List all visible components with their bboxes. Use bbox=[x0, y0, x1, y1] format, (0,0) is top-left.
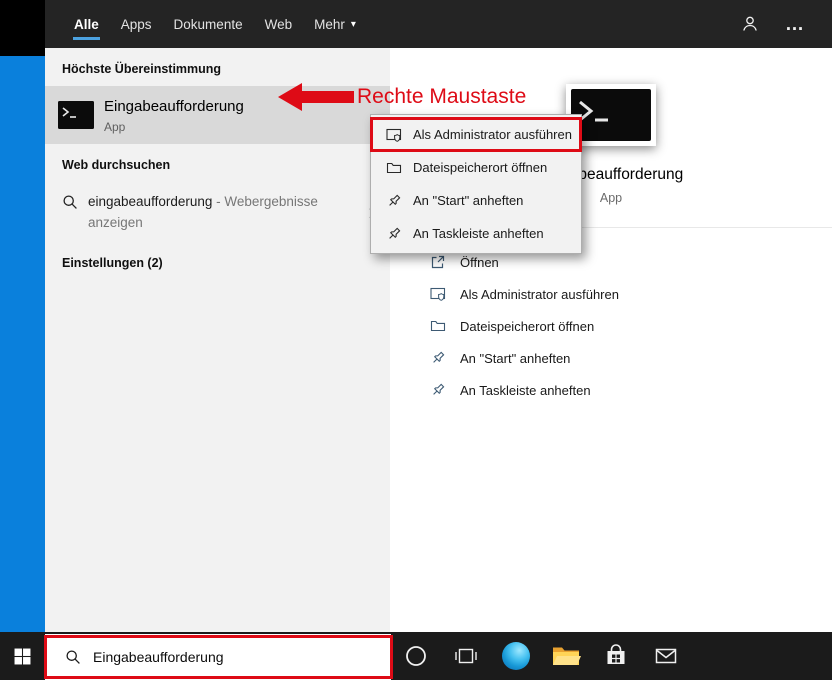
edge-button[interactable] bbox=[491, 632, 541, 680]
context-menu-item-label: Als Administrator ausführen bbox=[413, 127, 572, 142]
tab-mehr-label: Mehr bbox=[314, 17, 345, 32]
cortana-button[interactable] bbox=[391, 632, 441, 680]
context-menu-item-open-file-location[interactable]: Dateispeicherort öffnen bbox=[371, 151, 581, 184]
screen: Alle Apps Dokumente Web Mehr ▾ … Höchste … bbox=[0, 0, 832, 680]
result-title: Eingabeaufforderung bbox=[104, 97, 244, 117]
mail-icon bbox=[653, 645, 679, 667]
action-open-file-location-label: Dateispeicherort öffnen bbox=[460, 319, 594, 334]
admin-shield-icon bbox=[386, 127, 402, 143]
action-pin-to-start[interactable]: An "Start" anheften bbox=[430, 342, 832, 374]
mail-button[interactable] bbox=[641, 632, 691, 680]
taskbar-icons bbox=[391, 632, 691, 680]
best-match-text: Eingabeaufforderung App bbox=[104, 97, 244, 134]
filter-tabs: Alle Apps Dokumente Web Mehr ▾ bbox=[45, 0, 367, 48]
action-open-label: Öffnen bbox=[460, 255, 499, 270]
tab-web[interactable]: Web bbox=[254, 0, 304, 48]
tab-dokumente-label: Dokumente bbox=[174, 17, 243, 32]
annotation-arrow bbox=[278, 80, 354, 114]
context-menu-item-pin-to-start[interactable]: An "Start" anheften bbox=[371, 184, 581, 217]
result-subtitle: App bbox=[104, 120, 244, 134]
pin-icon bbox=[386, 193, 402, 209]
action-run-as-admin-label: Als Administrator ausführen bbox=[460, 287, 619, 302]
command-prompt-icon-large bbox=[571, 89, 651, 141]
desktop-corner bbox=[0, 0, 45, 56]
context-menu-item-run-as-admin[interactable]: Als Administrator ausführen bbox=[371, 118, 581, 151]
pin-icon bbox=[430, 350, 446, 366]
context-menu-item-label: An Taskleiste anheften bbox=[413, 226, 544, 241]
desktop-background bbox=[0, 56, 45, 632]
action-list: Öffnen Als Administrator ausführen Datei… bbox=[390, 228, 832, 406]
web-search-header: Web durchsuchen bbox=[45, 144, 390, 182]
action-pin-to-taskbar[interactable]: An Taskleiste anheften bbox=[430, 374, 832, 406]
account-icon[interactable] bbox=[741, 15, 759, 33]
annotation-box-taskbar-search bbox=[44, 635, 393, 679]
action-pin-to-taskbar-label: An Taskleiste anheften bbox=[460, 383, 591, 398]
task-view-button[interactable] bbox=[441, 632, 491, 680]
web-suggestion-row[interactable]: eingabeaufforderung - Webergebnisse anze… bbox=[45, 182, 390, 242]
file-explorer-icon bbox=[551, 644, 581, 668]
store-button[interactable] bbox=[591, 632, 641, 680]
tab-apps[interactable]: Apps bbox=[110, 0, 163, 48]
edge-icon bbox=[502, 642, 530, 670]
folder-icon bbox=[386, 160, 402, 176]
results-panel: Höchste Übereinstimmung Eingabeaufforder… bbox=[45, 48, 390, 632]
cortana-icon bbox=[403, 643, 429, 669]
pin-icon bbox=[386, 226, 402, 242]
search-icon bbox=[62, 194, 78, 215]
folder-icon bbox=[430, 318, 446, 334]
tab-dokumente[interactable]: Dokumente bbox=[163, 0, 254, 48]
web-suggestion-text: eingabeaufforderung - Webergebnisse anze… bbox=[88, 191, 340, 233]
tab-alle-label: Alle bbox=[74, 17, 99, 32]
web-query: eingabeaufforderung bbox=[88, 194, 212, 209]
annotation-label: Rechte Maustaste bbox=[357, 84, 526, 110]
start-button[interactable] bbox=[0, 632, 45, 680]
action-pin-to-start-label: An "Start" anheften bbox=[460, 351, 570, 366]
app-subtitle: App bbox=[600, 191, 622, 205]
admin-shield-icon bbox=[430, 286, 446, 302]
context-menu-item-label: An "Start" anheften bbox=[413, 193, 523, 208]
context-menu-item-label: Dateispeicherort öffnen bbox=[413, 160, 547, 175]
tab-apps-label: Apps bbox=[121, 17, 152, 32]
task-view-icon bbox=[454, 646, 478, 666]
tab-alle[interactable]: Alle bbox=[63, 0, 110, 48]
settings-header: Einstellungen (2) bbox=[45, 242, 390, 280]
topbar-right-icons: … bbox=[741, 0, 832, 48]
pin-icon bbox=[430, 382, 446, 398]
tab-mehr[interactable]: Mehr ▾ bbox=[303, 0, 367, 48]
context-menu-item-pin-to-taskbar[interactable]: An Taskleiste anheften bbox=[371, 217, 581, 250]
search-filter-bar: Alle Apps Dokumente Web Mehr ▾ … bbox=[45, 0, 832, 48]
tab-web-label: Web bbox=[265, 17, 293, 32]
open-icon bbox=[430, 254, 446, 270]
action-run-as-admin[interactable]: Als Administrator ausführen bbox=[430, 278, 832, 310]
windows-logo-icon bbox=[14, 648, 31, 665]
file-explorer-button[interactable] bbox=[541, 632, 591, 680]
store-icon bbox=[603, 643, 629, 669]
more-options-icon[interactable]: … bbox=[785, 15, 804, 34]
command-prompt-icon bbox=[58, 101, 94, 129]
caret-down-icon: ▾ bbox=[351, 19, 356, 30]
action-open-file-location[interactable]: Dateispeicherort öffnen bbox=[430, 310, 832, 342]
context-menu: Als Administrator ausführen Dateispeiche… bbox=[370, 114, 582, 254]
